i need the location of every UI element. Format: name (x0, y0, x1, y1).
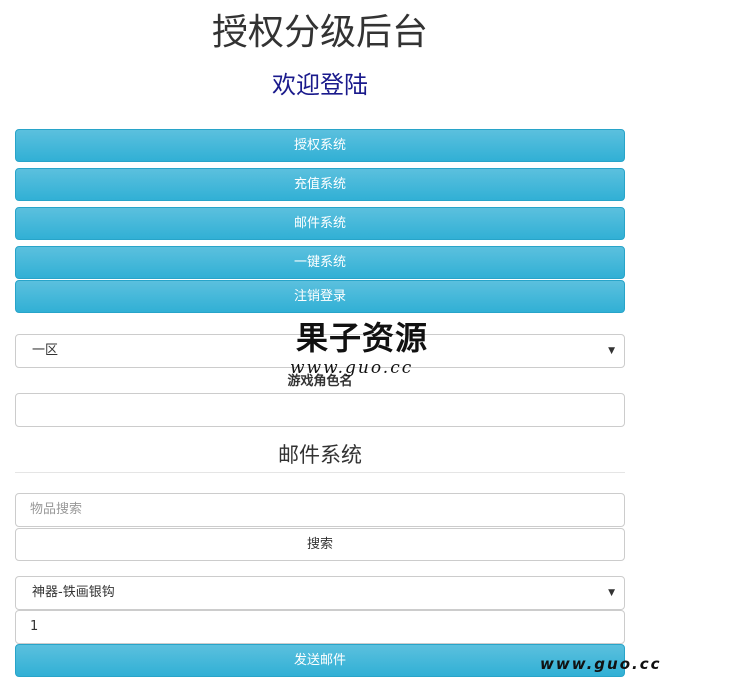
mail-section-title: 邮件系统 (278, 443, 362, 467)
watermark-corner-url: www.guo.cc (540, 655, 662, 673)
quantity-input[interactable]: 1 (15, 610, 625, 644)
watermark-logo: 果子资源 (296, 319, 429, 357)
search-button[interactable]: 搜索 (15, 528, 625, 561)
page-title: 授权分级后台 (211, 12, 428, 53)
section-divider (15, 472, 625, 473)
chevron-down-icon: ▼ (608, 588, 615, 598)
quantity-value: 1 (30, 619, 39, 634)
page: 授权分级后台 欢迎登陆 授权系统 充值系统 邮件系统 一键系统 注销登录 一区 … (0, 0, 737, 696)
item-search-placeholder: 物品搜索 (30, 502, 83, 517)
item-search-input[interactable]: 物品搜索 (15, 493, 625, 527)
item-select-value: 神器-铁画银钩 (32, 585, 115, 600)
server-select-value: 一区 (32, 343, 59, 358)
auth-system-button[interactable]: 授权系统 (15, 129, 625, 162)
send-mail-button[interactable]: 发送邮件 (15, 644, 625, 677)
mail-system-button[interactable]: 邮件系统 (15, 207, 625, 240)
chevron-down-icon: ▼ (608, 346, 615, 356)
welcome-heading: 欢迎登陆 (272, 71, 368, 99)
role-name-input[interactable] (15, 393, 625, 427)
watermark-url: www.guo.cc (290, 358, 414, 378)
recharge-system-button[interactable]: 充值系统 (15, 168, 625, 201)
logout-button[interactable]: 注销登录 (15, 280, 625, 313)
item-select[interactable]: 神器-铁画银钩 ▼ (15, 576, 625, 610)
one-click-system-button[interactable]: 一键系统 (15, 246, 625, 279)
